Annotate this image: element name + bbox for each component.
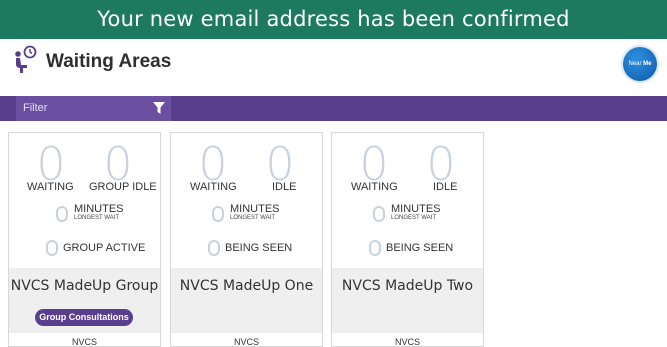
- minutes-label: MINUTES: [74, 203, 124, 215]
- longest-wait-label: LONGEST WAIT: [74, 215, 120, 221]
- confirmation-banner: Your new email address has been confirme…: [0, 0, 667, 39]
- being-seen-count: [369, 240, 381, 256]
- group-idle-label: GROUP IDLE: [89, 181, 157, 193]
- longest-wait-label: LONGEST WAIT: [391, 215, 437, 221]
- filter-input[interactable]: Filter: [16, 96, 171, 121]
- organisation-name: NVCS: [71, 337, 97, 347]
- idle-label: IDLE: [433, 181, 458, 193]
- organisation-name: NVCS: [233, 337, 259, 347]
- near-me-word1: Near: [628, 61, 642, 67]
- waiting-area-name[interactable]: NVCS MadeUp Two: [332, 278, 483, 294]
- filter-funnel-icon[interactable]: [153, 102, 165, 115]
- filter-placeholder: Filter: [23, 102, 48, 114]
- minutes-count: [373, 206, 385, 222]
- waiting-area-name[interactable]: NVCS MadeUp Group: [9, 278, 160, 294]
- page-title: Waiting Areas: [46, 51, 172, 72]
- filter-bar: Filter: [0, 96, 667, 121]
- waiting-area-card[interactable]: 0 0 WAITING GROUP IDLE MINUTES LONGEST W…: [8, 132, 161, 347]
- page-header: Waiting Areas Near Me: [0, 39, 667, 96]
- waiting-area-card[interactable]: 0 0 WAITING IDLE MINUTES LONGEST WAIT BE…: [170, 132, 323, 347]
- minutes-label: MINUTES: [391, 203, 441, 215]
- minutes-count: [56, 206, 68, 222]
- minutes-count: [212, 206, 224, 222]
- waiting-label: WAITING: [190, 181, 237, 193]
- waiting-area-icon: [15, 45, 37, 73]
- group-consultations-badge: Group Consultations: [35, 309, 133, 326]
- being-seen-label: BEING SEEN: [386, 242, 454, 254]
- idle-label: IDLE: [272, 181, 297, 193]
- group-active-label: GROUP ACTIVE: [63, 242, 146, 254]
- being-seen-label: BEING SEEN: [225, 242, 293, 254]
- waiting-label: WAITING: [351, 181, 398, 193]
- organisation-name: NVCS: [394, 337, 420, 347]
- minutes-label: MINUTES: [230, 203, 280, 215]
- longest-wait-label: LONGEST WAIT: [230, 215, 276, 221]
- waiting-area-name[interactable]: NVCS MadeUp One: [171, 278, 322, 294]
- being-seen-count: [208, 240, 220, 256]
- near-me-button[interactable]: Near Me: [623, 47, 657, 81]
- waiting-area-card[interactable]: 0 0 WAITING IDLE MINUTES LONGEST WAIT BE…: [331, 132, 484, 347]
- group-active-count: [46, 240, 58, 256]
- near-me-word2: Me: [643, 61, 652, 67]
- waiting-label: WAITING: [27, 181, 74, 193]
